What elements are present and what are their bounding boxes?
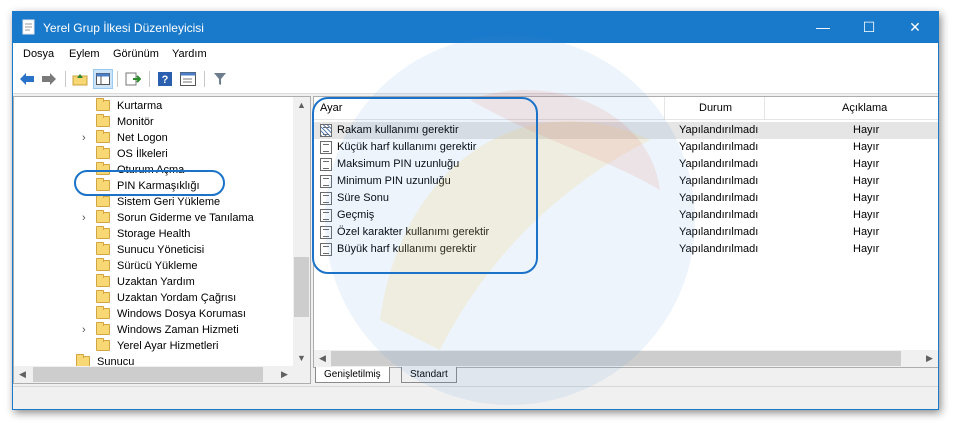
toolbar: ? [13, 65, 938, 94]
policy-setting-icon [320, 158, 332, 171]
menu-action[interactable]: Eylem [69, 48, 100, 60]
table-row[interactable]: Küçük harf kullanımı gerektir Yapılandırı… [314, 139, 938, 156]
table-row[interactable]: Büyük harf kullanımı gerektir Yapılandırı… [314, 241, 938, 258]
close-button[interactable]: ✕ [892, 12, 938, 43]
policy-setting-icon [320, 192, 332, 205]
folder-icon [96, 226, 110, 239]
table-row[interactable]: Geçmiş Yapılandırılmadı Hayır [314, 207, 938, 224]
table-row[interactable]: Minimum PIN uzunluğu Yapılandırılmadı Hayı… [314, 173, 938, 190]
tab-standard[interactable]: Standart [401, 367, 457, 383]
policy-setting-icon [320, 141, 332, 154]
chevron-left-icon[interactable]: ◀ [14, 366, 31, 383]
table-row[interactable]: Özel karakter kullanımı gerektir Yapıland… [314, 224, 938, 241]
chevron-right-icon[interactable]: › [82, 322, 92, 338]
filter-icon[interactable] [210, 69, 230, 89]
show-hide-tree-icon[interactable] [93, 69, 113, 89]
maximize-button[interactable]: ☐ [846, 12, 892, 43]
tree-vertical-scrollbar[interactable]: ▲ ▼ [293, 97, 310, 367]
folder-icon [96, 338, 110, 351]
policy-setting-icon [320, 124, 332, 137]
policy-setting-icon [320, 209, 332, 222]
table-row[interactable]: Süre Sonu Yapılandırılmadı Hayır [314, 190, 938, 207]
window-title: Yerel Grup İlkesi Düzenleyicisi [43, 21, 204, 35]
tree-horizontal-scrollbar[interactable]: ◀ ▶ [14, 366, 310, 383]
folder-icon [96, 146, 110, 159]
column-header-setting[interactable]: Ayar [320, 97, 342, 119]
policy-setting-icon [320, 243, 332, 256]
forward-arrow-icon[interactable] [39, 69, 59, 89]
folder-icon [96, 242, 110, 255]
folder-icon [96, 178, 110, 191]
tree-pane[interactable]: Kurtarma Monitör › Net Logon OS İlkeleri … [13, 96, 311, 384]
folder-icon [96, 162, 110, 175]
policy-setting-icon [320, 175, 332, 188]
list-header: Ayar Durum Açıklama [314, 97, 938, 120]
menu-bar: Dosya Eylem Görünüm Yardım [13, 43, 938, 65]
scroll-thumb[interactable] [331, 351, 901, 366]
view-tabs: Genişletilmiş Standart [313, 367, 937, 383]
folder-icon [96, 98, 110, 111]
folder-icon [96, 322, 110, 335]
settings-list[interactable]: Ayar Durum Açıklama Rakam kullanımı gere… [313, 96, 938, 368]
chevron-down-icon[interactable]: ▼ [293, 350, 310, 367]
properties-icon[interactable] [178, 69, 198, 89]
scroll-thumb[interactable] [33, 367, 263, 382]
back-arrow-icon[interactable] [17, 69, 37, 89]
scroll-thumb[interactable] [294, 257, 309, 317]
minimize-button[interactable]: — [800, 12, 846, 43]
policy-editor-icon [22, 19, 35, 35]
folder-icon [96, 130, 110, 143]
chevron-right-icon[interactable]: ▶ [276, 366, 293, 383]
folder-icon [96, 258, 110, 271]
help-icon[interactable]: ? [155, 69, 175, 89]
svg-text:?: ? [162, 74, 169, 86]
table-row[interactable]: Rakam kullanımı gerektir Yapılandırılmadı… [314, 122, 938, 139]
chevron-right-icon[interactable]: › [82, 210, 92, 226]
title-bar[interactable]: Yerel Grup İlkesi Düzenleyicisi — ☐ ✕ [13, 12, 938, 43]
menu-file[interactable]: Dosya [23, 48, 54, 60]
tab-extended[interactable]: Genişletilmiş [315, 367, 390, 383]
app-window: Yerel Grup İlkesi Düzenleyicisi — ☐ ✕ Do… [12, 11, 939, 410]
folder-icon [96, 194, 110, 207]
up-folder-icon[interactable] [70, 69, 90, 89]
folder-icon [96, 290, 110, 303]
policy-setting-icon [320, 226, 332, 239]
folder-icon [96, 210, 110, 223]
menu-view[interactable]: Görünüm [113, 48, 159, 60]
list-horizontal-scrollbar[interactable]: ◀ ▶ [314, 350, 938, 367]
menu-help[interactable]: Yardım [172, 48, 207, 60]
chevron-up-icon[interactable]: ▲ [293, 97, 310, 114]
folder-icon [96, 306, 110, 319]
chevron-right-icon[interactable]: ▶ [921, 350, 938, 367]
table-row[interactable]: Maksimum PIN uzunluğu Yapılandırılmadı Hay… [314, 156, 938, 173]
export-list-icon[interactable] [123, 69, 143, 89]
folder-icon [96, 274, 110, 287]
folder-icon [96, 114, 110, 127]
chevron-right-icon[interactable]: › [82, 130, 92, 146]
column-header-comment[interactable]: Açıklama [842, 97, 887, 119]
chevron-left-icon[interactable]: ◀ [314, 350, 331, 367]
column-header-state[interactable]: Durum [699, 97, 732, 119]
status-bar [13, 386, 938, 409]
